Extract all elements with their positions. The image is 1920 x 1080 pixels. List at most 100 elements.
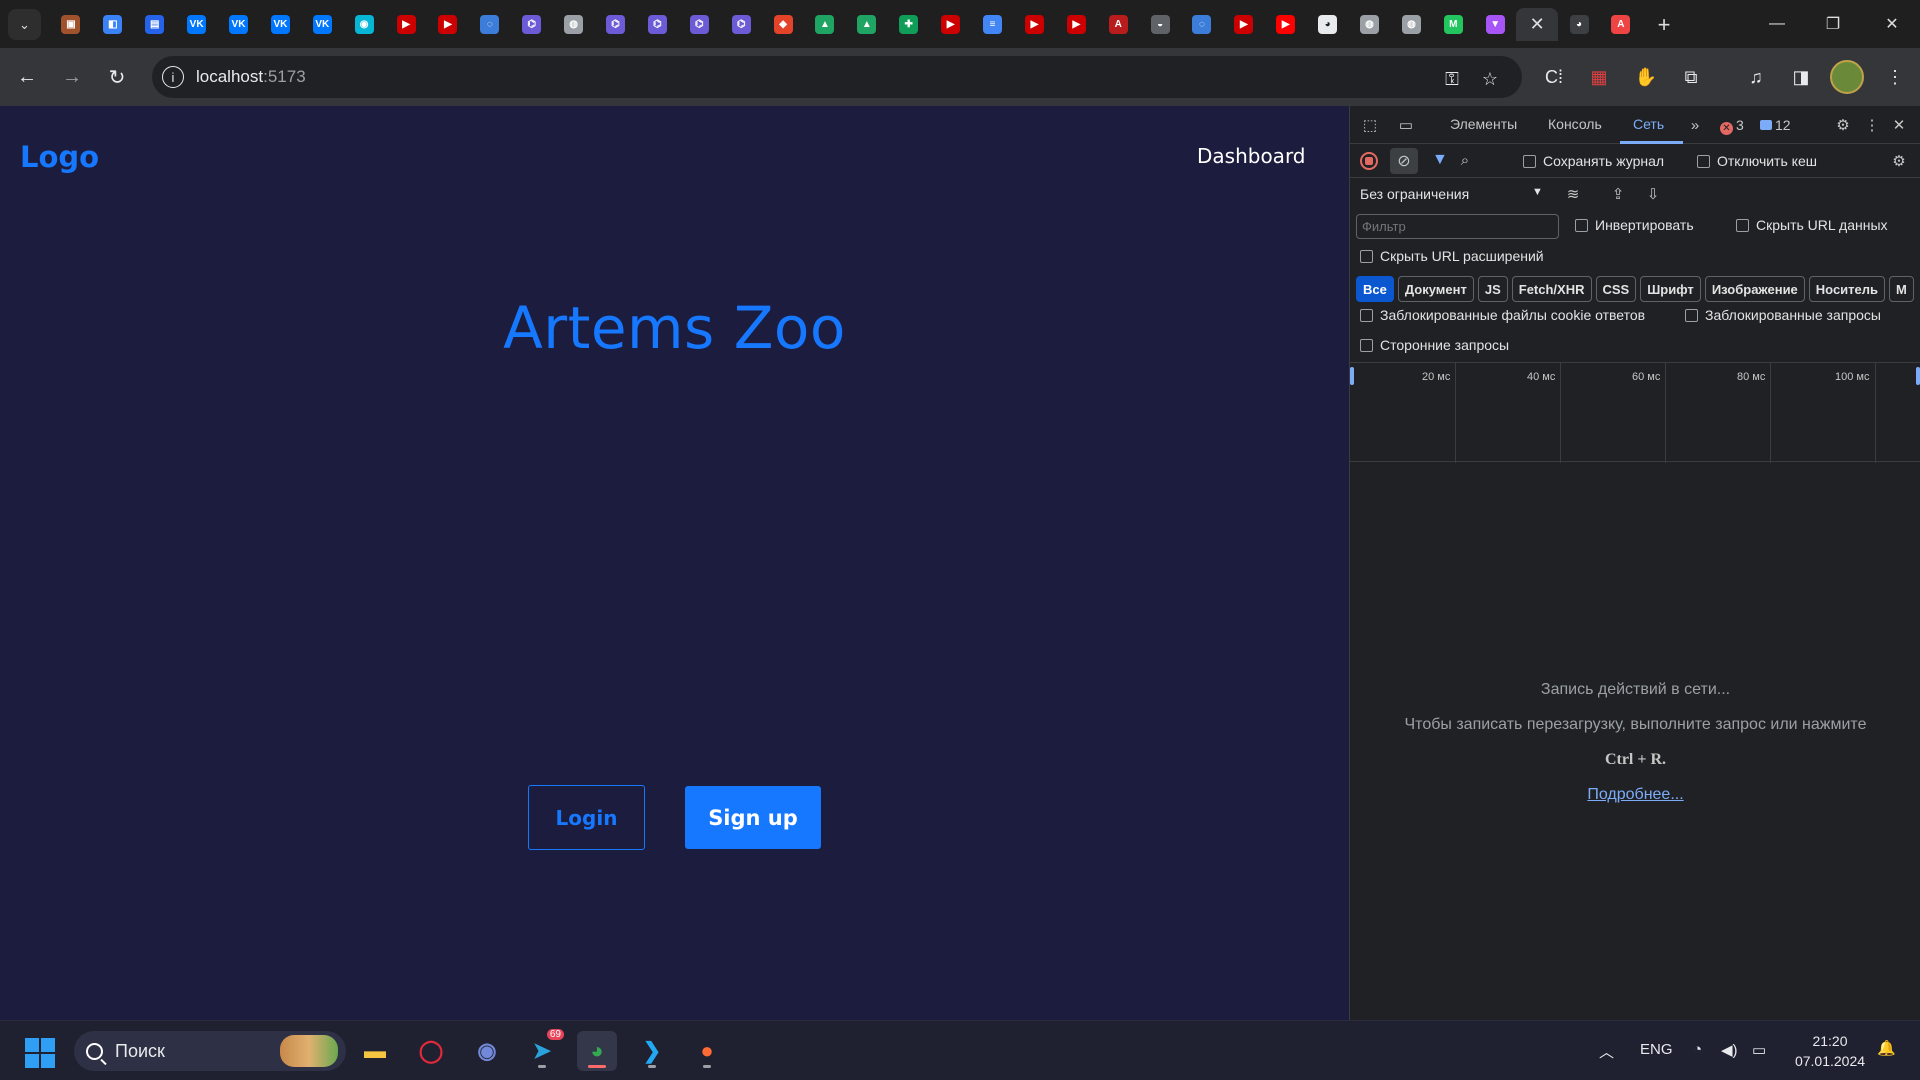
checkbox-box[interactable] [1697, 154, 1710, 168]
telegram-icon[interactable]: ➤ 69 [522, 1029, 564, 1071]
wifi-icon[interactable]: ◔ [1693, 1041, 1702, 1058]
filter-funnel-icon[interactable]: ▼ [1432, 151, 1448, 169]
taskbar-search[interactable]: Поиск [74, 1031, 346, 1071]
reload-button[interactable]: ↻ [100, 60, 134, 94]
browser-tab[interactable]: ▶ [1265, 8, 1307, 41]
browser-tab[interactable]: ⌬ [636, 8, 678, 41]
site-info-icon[interactable]: i [162, 66, 184, 88]
browser-tab[interactable]: ◍ [553, 8, 595, 41]
browser-tab[interactable]: ▶ [1055, 8, 1097, 41]
browser-tab[interactable]: ✚ [888, 8, 930, 41]
browser-tab[interactable]: VK [176, 8, 218, 41]
address-bar[interactable]: i localhost:5173 ⚿ ☆ [152, 56, 1522, 98]
login-button[interactable]: Login [528, 785, 645, 850]
browser-tab[interactable]: ◍ [1349, 8, 1391, 41]
type-filter-chip[interactable]: Изображение [1704, 276, 1805, 302]
learn-more-link[interactable]: Подробнее... [1587, 786, 1683, 803]
extension-game-icon[interactable]: ▦ [1584, 62, 1614, 92]
key-icon[interactable]: ⚿ [1439, 66, 1465, 92]
browser-tab[interactable]: ▶ [427, 8, 469, 41]
type-filter-chip[interactable]: Носитель [1808, 276, 1886, 302]
browser-tab[interactable]: ◍ [1391, 8, 1433, 41]
browser-tab[interactable]: VK [301, 8, 343, 41]
checkbox-box[interactable] [1360, 249, 1373, 263]
browser-tab[interactable]: VK [259, 8, 301, 41]
browser-tab[interactable]: ⌬ [511, 8, 553, 41]
postman-icon[interactable]: ● [687, 1031, 727, 1071]
checkbox-box[interactable] [1360, 308, 1373, 322]
bookmark-star-icon[interactable]: ☆ [1477, 66, 1503, 92]
browser-tab[interactable]: ⌬ [595, 8, 637, 41]
browser-tab[interactable]: ◧ [92, 8, 134, 41]
download-har-icon[interactable]: ⇩ [1641, 182, 1665, 206]
site-logo[interactable]: Logo [20, 140, 99, 174]
forward-button[interactable]: → [55, 60, 89, 94]
type-filter-chip[interactable]: Документ [1397, 276, 1474, 302]
close-icon[interactable]: ✕ [1530, 14, 1545, 35]
browser-tab[interactable]: ◆ [762, 8, 804, 41]
file-explorer-icon[interactable]: ▬ [355, 1031, 395, 1071]
minimize-button[interactable]: — [1749, 0, 1805, 48]
browser-tab[interactable]: ◌ [469, 8, 511, 41]
type-filter-chip[interactable]: Шрифт [1640, 276, 1701, 302]
browser-tab[interactable]: ▶ [1013, 8, 1055, 41]
window-close-button[interactable]: ✕ [1864, 0, 1920, 48]
type-filter-chip[interactable]: Fetch/XHR [1511, 276, 1592, 302]
upload-har-icon[interactable]: ⇪ [1606, 182, 1630, 206]
browser-tab[interactable]: ▲ [846, 8, 888, 41]
browser-tab[interactable]: ▲ [804, 8, 846, 41]
browser-tab[interactable]: ◕ [1307, 8, 1349, 41]
browser-tab[interactable]: ≡ [972, 8, 1014, 41]
network-overview-timeline[interactable]: 20 мс 40 мс 60 мс 80 мс 100 мс [1350, 362, 1920, 463]
system-clock[interactable]: 21:20 07.01.2024 [1790, 1031, 1870, 1071]
throttling-select[interactable]: Без ограничения [1360, 186, 1469, 202]
checkbox-box[interactable] [1736, 218, 1749, 232]
browser-tab[interactable]: ▼ [1474, 8, 1516, 41]
tab-console[interactable]: Консоль [1548, 116, 1602, 132]
browser-tab[interactable]: ◌ [1181, 8, 1223, 41]
opera-icon[interactable]: ◯ [411, 1031, 451, 1071]
timeline-handle-right[interactable] [1916, 367, 1920, 385]
extension-c-icon[interactable]: C⁞ [1539, 62, 1569, 92]
windows-start-icon[interactable] [25, 1038, 55, 1068]
invert-checkbox[interactable]: Инвертировать [1575, 217, 1694, 233]
type-filter-chip[interactable]: Все [1356, 276, 1394, 302]
browser-tab[interactable]: ▶ [385, 8, 427, 41]
disable-cache-checkbox[interactable]: Отключить кеш [1697, 153, 1817, 169]
more-tabs-icon[interactable]: » [1683, 113, 1707, 137]
browser-tab[interactable]: ◉ [343, 8, 385, 41]
inspect-element-icon[interactable]: ⬚ [1358, 113, 1382, 137]
back-button[interactable]: ← [10, 60, 44, 94]
dashboard-link[interactable]: Dashboard [1197, 144, 1306, 168]
browser-tab[interactable]: VK [218, 8, 260, 41]
vscode-icon[interactable]: ❯ [632, 1031, 672, 1071]
type-filter-chip[interactable]: М [1889, 276, 1914, 302]
signup-button[interactable]: Sign up [685, 786, 821, 849]
restore-button[interactable]: ❐ [1805, 0, 1861, 48]
devtools-menu-icon[interactable]: ⋮ [1860, 113, 1884, 137]
network-conditions-icon[interactable]: ≋ [1561, 182, 1585, 206]
close-icon[interactable]: ✕ [1887, 113, 1911, 137]
browser-tab[interactable]: ▶ [1223, 8, 1265, 41]
record-button[interactable] [1360, 152, 1378, 170]
tab-network[interactable]: Сеть [1633, 116, 1664, 132]
timeline-handle-left[interactable] [1350, 367, 1354, 385]
browser-tab[interactable]: M [1432, 8, 1474, 41]
error-count-badge[interactable]: ✕ 3 [1720, 117, 1744, 135]
volume-icon[interactable]: ◀) [1721, 1041, 1738, 1059]
active-tab[interactable]: ✕ [1516, 8, 1559, 41]
preserve-log-checkbox[interactable]: Сохранять журнал [1523, 153, 1664, 169]
checkbox-box[interactable] [1360, 338, 1373, 352]
settings-gear-icon[interactable]: ⚙ [1831, 113, 1855, 137]
side-panel-icon[interactable]: ◨ [1786, 62, 1816, 92]
browser-tab[interactable]: A [1600, 8, 1642, 41]
browser-tab[interactable]: ◕ [1558, 8, 1600, 41]
browser-tab[interactable]: ▶ [930, 8, 972, 41]
clear-button[interactable]: ⊘ [1390, 148, 1418, 174]
browser-tab[interactable]: ⌬ [678, 8, 720, 41]
profile-avatar[interactable] [1830, 60, 1864, 94]
search-icon[interactable]: ⌕ [1453, 148, 1477, 172]
browser-tab[interactable]: ◒ [1139, 8, 1181, 41]
third-party-checkbox[interactable]: Сторонние запросы [1360, 337, 1509, 353]
device-toolbar-icon[interactable]: ▭ [1394, 113, 1418, 137]
